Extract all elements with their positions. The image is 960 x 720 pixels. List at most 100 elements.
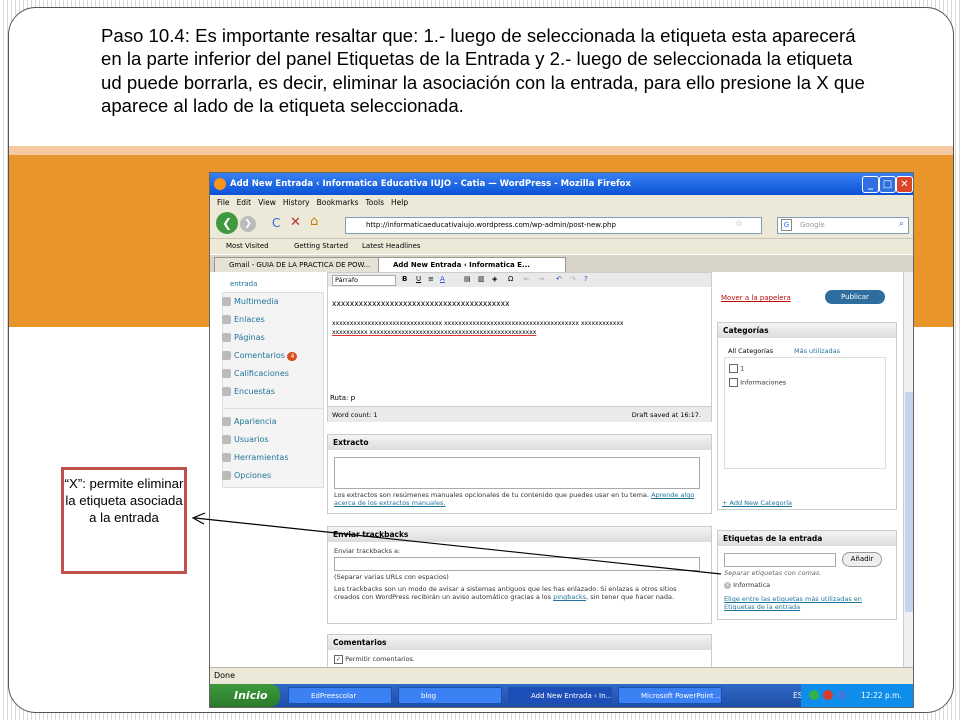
bold-icon[interactable]: B [402,275,407,283]
bookmark-latest-headlines[interactable]: Latest Headlines [362,242,420,250]
start-button[interactable]: Inicio [210,684,280,707]
trackbacks-panel: Enviar trackbacks Enviar trackbacks a: (… [327,526,712,624]
paste-icon[interactable]: ▤ [464,275,471,283]
menu-help[interactable]: Help [391,198,408,207]
accent-band-light [9,146,953,155]
add-tag-button[interactable]: Añadir [842,552,882,567]
sidebar-item-label: Usuarios [234,435,269,444]
minimize-button[interactable]: _ [862,176,879,193]
etiquetas-input[interactable] [724,553,836,567]
trackbacks-input[interactable] [334,557,700,571]
most-used-tags-link[interactable]: Elige entre las etiquetas más utilizadas… [724,595,884,611]
tray-icon[interactable] [837,690,847,700]
editor-path: Ruta: p [330,394,356,402]
extracto-textarea[interactable] [334,457,700,489]
tab-all-categorias[interactable]: All Categorías [728,347,773,355]
tab-mas-utilizadas[interactable]: Más utilizadas [794,347,840,355]
format-select[interactable]: Párrafo [332,275,396,286]
settings-icon [222,471,231,480]
bookmark-most-visited[interactable]: Most Visited [226,242,269,250]
add-new-categoria-link[interactable]: + Add New Categoría [722,499,792,507]
search-icon[interactable]: ⌕ [899,219,904,229]
etiquetas-header[interactable]: Etiquetas de la entrada [718,531,896,546]
sidebar-item-label: Comentarios [234,351,285,360]
search-box[interactable]: G Google ⌕ [777,217,909,234]
redo-icon[interactable]: ↷ [570,275,576,283]
sidebar-item-apariencia[interactable]: Apariencia [222,414,276,430]
remove-tag-x-icon[interactable]: x [724,581,731,589]
wordpress-admin: entrada Multimedia Enlaces Páginas Comen… [210,272,913,706]
extracto-panel: Extracto Los extractos son resúmenes man… [327,434,712,514]
appearance-icon [222,417,231,426]
forward-icon[interactable]: ❯ [240,216,256,232]
back-icon[interactable]: ❮ [216,212,238,234]
text-color-icon[interactable]: A [440,275,445,283]
sidebar-item-opciones[interactable]: Opciones [222,468,271,484]
sidebar-item-usuarios[interactable]: Usuarios [222,432,269,448]
users-icon [222,435,231,444]
stop-icon[interactable]: ✕ [290,215,301,230]
checkbox-checked[interactable]: ✓ [334,655,343,664]
trackbacks-header[interactable]: Enviar trackbacks [328,527,711,542]
bookmark-getting-started[interactable]: Getting Started [294,242,348,250]
tray-icon[interactable] [809,690,819,700]
task-firefox[interactable]: Add New Entrada ‹ In... [508,687,612,704]
url-bar[interactable]: http://informaticaeducativaiujo.wordpres… [345,217,762,234]
tray-icon[interactable] [823,690,833,700]
trash-link[interactable]: Mover a la papelera [721,294,791,302]
tab-gmail[interactable]: Gmail - GUIA DE LA PRACTICA DE POW... [214,257,390,272]
comentarios-option-1[interactable]: ✓ Permitir comentarios. [334,655,415,664]
page-icon [222,333,231,342]
undo-icon[interactable]: ↶ [556,275,562,283]
sidebar-item-encuestas[interactable]: Encuestas [222,384,275,400]
categoria-item[interactable]: 1 [729,364,744,373]
sidebar-item-comentarios[interactable]: Comentarios 4 [222,348,298,364]
categorias-header[interactable]: Categorías [718,323,896,338]
clear-format-icon[interactable]: ◈ [492,275,497,283]
task-blog[interactable]: blog [398,687,502,704]
task-powerpoint[interactable]: Microsoft PowerPoint ... [618,687,722,704]
justify-icon[interactable]: ≡ [428,275,434,283]
sidebar-item-entrada[interactable]: entrada [230,276,257,292]
categorias-list: 1 Informaciones [724,357,886,469]
publish-button[interactable]: Publicar [825,290,885,304]
slide-card: Paso 10.4: Es importante resaltar que: 1… [8,7,954,713]
paste-word-icon[interactable]: ▥ [478,275,485,283]
underline-icon[interactable]: U [416,275,421,283]
maximize-button[interactable]: □ [879,176,896,193]
sidebar-item-multimedia[interactable]: Multimedia [222,294,278,310]
outdent-icon[interactable]: ⇤ [524,275,530,283]
menu-edit[interactable]: Edit [237,198,252,207]
menu-bookmarks[interactable]: Bookmarks [317,198,359,207]
page-scrollbar[interactable] [903,272,913,667]
tab-wordpress[interactable]: Add New Entrada ‹ Informatica E... [378,257,566,272]
indent-icon[interactable]: ⇥ [538,275,544,283]
menu-tools[interactable]: Tools [366,198,384,207]
comentarios-header[interactable]: Comentarios [328,635,711,650]
pingbacks-link[interactable]: pingbacks [553,593,586,601]
reload-icon[interactable]: C [272,216,280,230]
comentarios-option-1-label: Permitir comentarios. [345,655,415,663]
window-titlebar: Add New Entrada ‹ Informatica Educativa … [210,173,913,195]
help-icon[interactable]: ? [584,275,588,283]
bookmark-star-icon[interactable]: ☆ [735,219,743,229]
menu-file[interactable]: File [217,198,230,207]
extracto-header[interactable]: Extracto [328,435,711,450]
close-button[interactable]: ✕ [896,176,913,193]
task-edpreescolar[interactable]: EdPreescolar [288,687,392,704]
ratings-icon [222,369,231,378]
menu-view[interactable]: View [258,198,276,207]
scrollbar-thumb[interactable] [905,392,913,612]
sidebar-item-enlaces[interactable]: Enlaces [222,312,265,328]
special-char-icon[interactable]: Ω [508,275,513,283]
sidebar-item-calificaciones[interactable]: Calificaciones [222,366,289,382]
checkbox[interactable] [729,364,738,373]
extracto-help-text: Los extractos son resúmenes manuales opc… [334,491,649,499]
checkbox[interactable] [729,378,738,387]
sidebar-item-label: Herramientas [234,453,289,462]
sidebar-item-paginas[interactable]: Páginas [222,330,265,346]
categoria-item[interactable]: Informaciones [729,378,786,387]
home-icon[interactable]: ⌂ [310,214,318,229]
menu-history[interactable]: History [283,198,310,207]
sidebar-item-herramientas[interactable]: Herramientas [222,450,289,466]
